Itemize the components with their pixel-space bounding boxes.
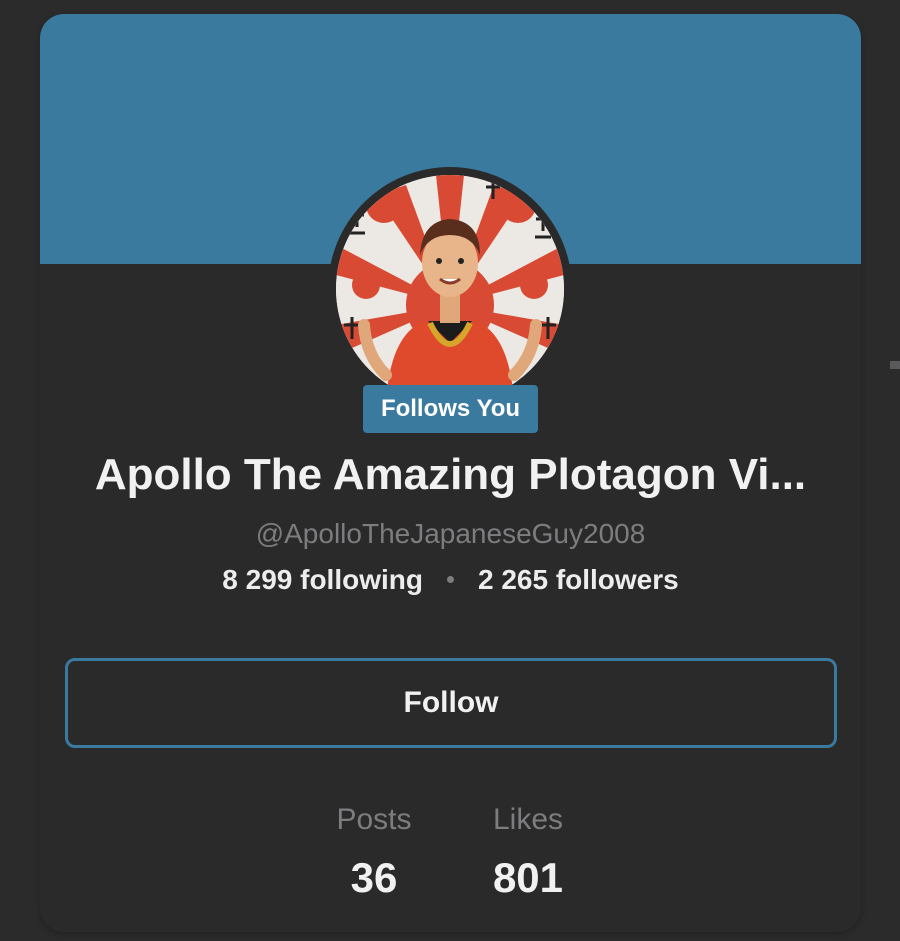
profile-card: Follows You Apollo The Amazing Plotagon …	[40, 14, 861, 932]
posts-metric[interactable]: Posts 36	[304, 800, 444, 908]
likes-metric[interactable]: Likes 801	[458, 800, 598, 908]
likes-count: 801	[492, 854, 564, 901]
follows-you-badge: Follows You	[363, 385, 538, 433]
profile-handle: @ApolloTheJapaneseGuy2008	[255, 518, 646, 549]
separator-dot-icon	[446, 576, 454, 584]
follow-stats: 8 299 following 2 265 followers	[40, 560, 861, 600]
avatar-image-icon	[336, 175, 564, 403]
followers-count-link[interactable]: 2 265 followers	[478, 564, 679, 595]
avatar-frame	[328, 167, 572, 411]
avatar[interactable]	[336, 175, 564, 403]
follow-button[interactable]: Follow	[65, 658, 837, 748]
posts-label: Posts	[336, 803, 412, 836]
scrollbar-thumb[interactable]	[890, 361, 900, 369]
following-count-link[interactable]: 8 299 following	[222, 564, 423, 595]
profile-display-name: Apollo The Amazing Plotagon Vi...	[94, 450, 807, 499]
likes-label: Likes	[492, 803, 564, 836]
posts-count: 36	[350, 854, 398, 901]
